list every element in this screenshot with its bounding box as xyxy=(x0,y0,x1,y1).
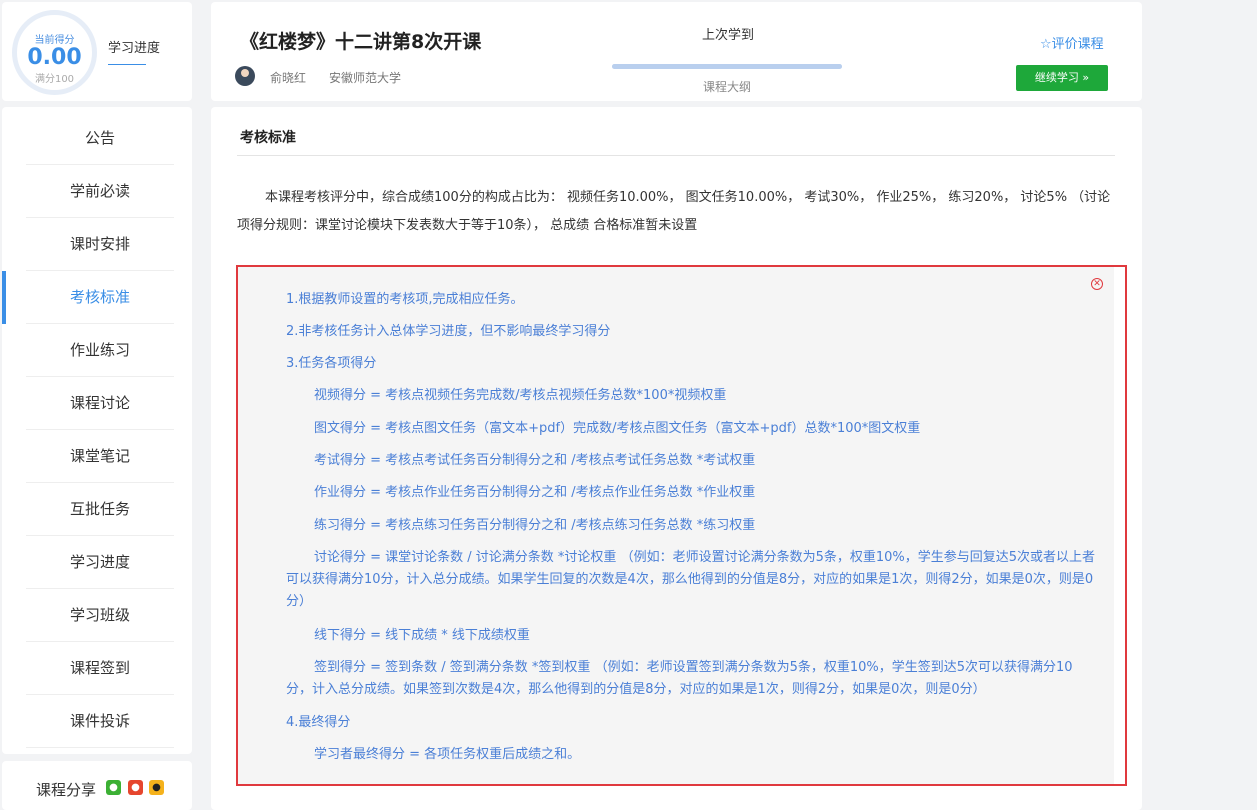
sidebar-item-notes[interactable]: 课堂笔记 xyxy=(26,430,174,483)
sidebar-item-homework[interactable]: 作业练习 xyxy=(26,324,174,377)
assessment-summary: 本课程考核评分中，综合成绩100分的构成占比为： 视频任务10.00%， 图文任… xyxy=(237,190,1111,233)
study-progress-fill xyxy=(612,64,842,69)
share-label: 课程分享 xyxy=(36,781,97,799)
study-progress-bar xyxy=(612,64,842,69)
rule-item: 考试得分 = 考核点考试任务百分制得分之和 /考核点考试任务总数 *考试权重 xyxy=(314,453,756,468)
rule-item: 线下得分 = 线下成绩 * 线下成绩权重 xyxy=(314,628,530,643)
rule-item: 3.任务各项得分 xyxy=(286,356,377,371)
active-indicator xyxy=(2,271,6,324)
sidebar-item-class[interactable]: 学习班级 xyxy=(26,589,174,642)
school-name: 安徽师范大学 xyxy=(329,71,402,85)
rule-item: 1.根据教师设置的考核项,完成相应任务。 xyxy=(286,292,524,307)
rate-course-link[interactable]: ☆评价课程 xyxy=(1040,33,1104,52)
sidebar-item-complaint[interactable]: 课件投诉 xyxy=(26,695,174,748)
assessment-content: 考核标准 本课程考核评分中，综合成绩100分的构成占比为： 视频任务10.00%… xyxy=(211,107,1142,810)
sidebar-item-progress[interactable]: 学习进度 xyxy=(26,536,174,589)
rule-item: 4.最终得分 xyxy=(286,715,351,730)
learning-progress-link[interactable]: 学习进度 xyxy=(108,37,160,56)
rule-item: 作业得分 = 考核点作业任务百分制得分之和 /考核点作业任务总数 *作业权重 xyxy=(314,485,756,500)
sidebar-item-preread[interactable]: 学前必读 xyxy=(26,165,174,218)
sidebar-item-announcement[interactable]: 公告 xyxy=(26,112,174,165)
qq-icon[interactable]: ● xyxy=(149,780,164,795)
scoring-rules-box: ✕ 1.根据教师设置的考核项,完成相应任务。 2.非考核任务计入总体学习进度，但… xyxy=(236,265,1127,786)
score-max: 满分100 xyxy=(34,74,75,85)
score-label: 当前得分 xyxy=(34,35,75,46)
rule-item: 图文得分 = 考核点图文任务（富文本+pdf）完成数/考核点图文任务（富文本+p… xyxy=(314,421,921,436)
section-divider xyxy=(237,155,1115,156)
sidebar-item-schedule[interactable]: 课时安排 xyxy=(26,218,174,271)
last-study-label: 上次学到 xyxy=(702,28,755,43)
sidebar-item-discussion[interactable]: 课程讨论 xyxy=(26,377,174,430)
scoring-rules-panel: ✕ 1.根据教师设置的考核项,完成相应任务。 2.非考核任务计入总体学习进度，但… xyxy=(238,267,1114,784)
rule-item: 视频得分 = 考核点视频任务完成数/考核点视频任务总数*100*视频权重 xyxy=(314,388,727,403)
teacher-avatar xyxy=(235,66,255,86)
progress-link-underline xyxy=(108,64,146,65)
sidebar-item-peer-review[interactable]: 互批任务 xyxy=(26,483,174,536)
course-outline-link[interactable]: 课程大纲 xyxy=(703,78,751,95)
rule-item: 2.非考核任务计入总体学习进度，但不影响最终学习得分 xyxy=(286,324,611,339)
rule-item: 练习得分 = 考核点练习任务百分制得分之和 /考核点练习任务总数 *练习权重 xyxy=(314,518,756,533)
score-value: 0.00 xyxy=(27,45,82,70)
sidebar-item-assessment[interactable]: 考核标准 xyxy=(26,271,174,324)
section-title: 考核标准 xyxy=(240,130,296,146)
course-title: 《红楼梦》十二讲第8次开课 xyxy=(240,31,482,53)
share-card: 课程分享 ● ● ● xyxy=(2,761,192,810)
wechat-icon[interactable]: ● xyxy=(106,780,121,795)
sidebar-item-checkin[interactable]: 课程签到 xyxy=(26,642,174,695)
course-header: 《红楼梦》十二讲第8次开课 俞晓红 安徽师范大学 上次学到 课程大纲 ☆评价课程… xyxy=(211,2,1142,101)
teacher-name[interactable]: 俞晓红 xyxy=(270,69,306,86)
rule-item: 签到得分 = 签到条数 / 签到满分条数 *签到权重 （例如：老师设置签到满分条… xyxy=(286,660,1073,697)
score-ring: 当前得分 0.00 满分100 xyxy=(12,10,97,95)
rule-item: 学习者最终得分 = 各项任务权重后成绩之和。 xyxy=(314,747,581,762)
weibo-icon[interactable]: ● xyxy=(128,780,143,795)
score-card: 当前得分 0.00 满分100 学习进度 xyxy=(2,2,192,101)
rule-item: 讨论得分 = 课堂讨论条数 / 讨论满分条数 *讨论权重 （例如：老师设置讨论满… xyxy=(286,550,1096,609)
continue-learning-button[interactable]: 继续学习 » xyxy=(1016,65,1108,91)
sidebar: 公告 学前必读 课时安排 考核标准 作业练习 课程讨论 课堂笔记 互批任务 学习… xyxy=(2,107,192,754)
